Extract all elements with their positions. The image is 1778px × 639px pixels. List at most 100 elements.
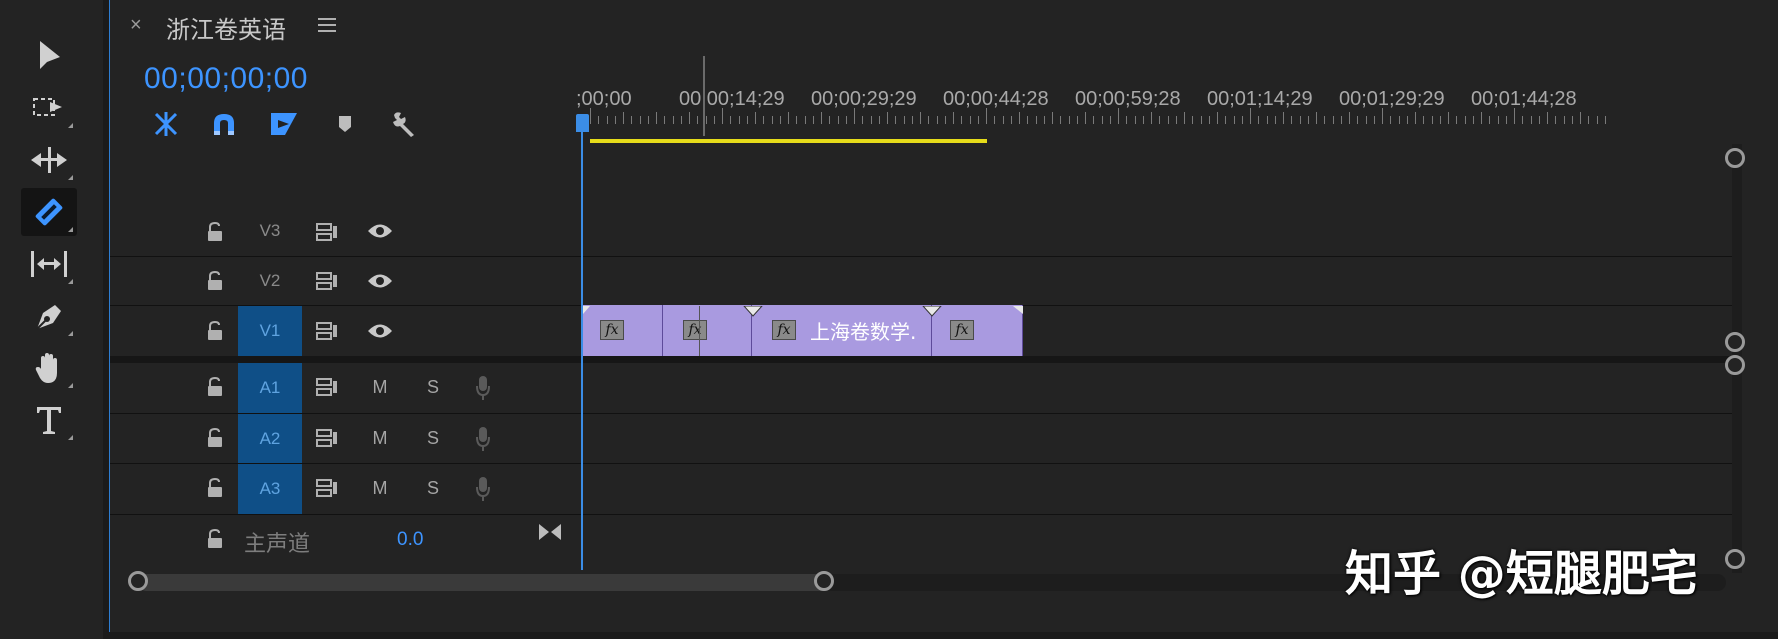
solo-button[interactable]: S	[413, 478, 453, 499]
track-header-a1: A1 M S	[110, 363, 584, 413]
hand-tool[interactable]	[21, 344, 77, 392]
lock-icon[interactable]	[206, 321, 224, 341]
timeline-settings-wrench-icon	[393, 112, 414, 137]
track-header-a2: A2 M S	[110, 414, 584, 463]
track-target-v1[interactable]: V1	[238, 306, 302, 356]
fx-badge: fx	[950, 320, 974, 340]
selection-tool[interactable]	[21, 32, 77, 80]
linked-selection-icon	[271, 113, 297, 135]
mixer-expand-icon[interactable]	[538, 522, 562, 542]
scroll-handle[interactable]	[1725, 332, 1745, 352]
solo-button[interactable]: S	[413, 428, 453, 449]
time-ruler[interactable]: ;00;00 00;00;14;29 00;00;29;29 00;00;44;…	[576, 52, 1732, 144]
slip-tool-icon	[31, 251, 67, 277]
timeline-settings-button[interactable]	[386, 108, 422, 140]
ruler-label: 00;00;29;29	[811, 88, 917, 110]
ruler-label: 00;01;29;29	[1339, 88, 1445, 110]
track-target-v3[interactable]: V3	[238, 207, 302, 255]
eye-icon[interactable]	[366, 322, 394, 340]
ruler-label: 00;00;14;29	[679, 88, 785, 110]
sync-lock-icon[interactable]	[315, 377, 339, 397]
scroll-handle[interactable]	[1725, 355, 1745, 375]
lock-icon[interactable]	[206, 478, 224, 498]
playhead-line[interactable]	[581, 120, 583, 570]
zoom-handle-left[interactable]	[128, 571, 148, 591]
zoom-scroll-thumb[interactable]	[138, 574, 828, 591]
sync-lock-icon[interactable]	[315, 321, 339, 341]
timeline-track-v2[interactable]	[691, 257, 1731, 305]
ripple-edit-tool-icon	[31, 147, 67, 173]
ruler-label: ;00;00	[576, 88, 632, 110]
ruler-label: 00;00;59;28	[1075, 88, 1181, 110]
fx-badge: fx	[600, 320, 624, 340]
work-area-bar[interactable]	[590, 139, 987, 143]
sync-lock-icon[interactable]	[315, 428, 339, 448]
mute-button[interactable]: M	[360, 377, 400, 398]
sync-lock-icon[interactable]	[315, 478, 339, 498]
lock-icon[interactable]	[206, 428, 224, 448]
ruler-label: 00;01;14;29	[1207, 88, 1313, 110]
track-header-v3: V3	[110, 206, 584, 256]
slip-tool[interactable]	[21, 240, 77, 288]
ruler-label: 00;00;44;28	[943, 88, 1049, 110]
lock-icon[interactable]	[206, 222, 224, 242]
pen-tool[interactable]	[21, 292, 77, 340]
ripple-edit-tool[interactable]	[21, 136, 77, 184]
timeline-track-a1[interactable]	[691, 363, 1731, 413]
hover-indicator-line	[703, 56, 705, 136]
mute-button[interactable]: M	[360, 478, 400, 499]
lock-icon[interactable]	[206, 271, 224, 291]
ruler-label: 00;01;44;28	[1471, 88, 1577, 110]
eye-icon[interactable]	[366, 222, 394, 240]
track-target-a3[interactable]: A3	[238, 464, 302, 514]
type-tool-icon	[37, 407, 61, 434]
close-tab-icon[interactable]: ×	[130, 14, 142, 37]
solo-button[interactable]: S	[413, 377, 453, 398]
master-volume-value[interactable]: 0.0	[397, 529, 423, 551]
sync-lock-icon[interactable]	[315, 271, 339, 291]
video-audio-divider[interactable]	[110, 356, 1732, 363]
type-tool[interactable]	[21, 396, 77, 444]
sequence-tab-title[interactable]: 浙江卷英语	[166, 10, 286, 45]
tools-panel	[0, 0, 103, 639]
fx-badge: fx	[772, 320, 796, 340]
microphone-icon[interactable]	[475, 375, 491, 401]
scroll-handle[interactable]	[1725, 549, 1745, 569]
nest-sequence-toggle[interactable]	[148, 108, 184, 140]
playhead-timecode[interactable]: 00;00;00;00	[144, 62, 308, 96]
track-header-v1: V1	[110, 306, 584, 356]
microphone-icon[interactable]	[475, 426, 491, 452]
master-track-label: 主声道	[244, 532, 311, 557]
razor-tool-icon	[35, 198, 63, 226]
timeline-track-a2[interactable]	[691, 414, 1731, 463]
panel-menu-icon[interactable]	[318, 17, 336, 33]
razor-tool[interactable]	[21, 188, 77, 236]
timeline-track-a3[interactable]	[691, 464, 1731, 514]
video-vertical-scrollbar[interactable]	[1725, 144, 1745, 356]
panel-tab-bar: × 浙江卷英语	[110, 0, 1778, 52]
linked-selection-toggle[interactable]	[266, 108, 302, 140]
track-select-tool[interactable]	[21, 84, 77, 132]
mute-button[interactable]: M	[360, 428, 400, 449]
track-select-tool-icon	[33, 98, 62, 116]
lock-icon[interactable]	[206, 377, 224, 397]
timeline-track-v3[interactable]	[691, 206, 1731, 256]
add-marker-icon	[339, 116, 351, 132]
eye-icon[interactable]	[366, 272, 394, 290]
track-target-v2[interactable]: V2	[238, 257, 302, 305]
zoom-handle-right[interactable]	[814, 571, 834, 591]
hover-indicator-line	[699, 306, 700, 356]
track-target-a1[interactable]: A1	[238, 363, 302, 413]
header-spacer	[110, 144, 1732, 206]
lock-icon[interactable]	[206, 529, 224, 549]
snap-toggle[interactable]	[206, 108, 242, 140]
track-header-master: 主声道 0.0	[110, 515, 584, 565]
scroll-handle[interactable]	[1725, 148, 1745, 168]
sync-lock-icon[interactable]	[315, 222, 339, 242]
track-target-a2[interactable]: A2	[238, 414, 302, 463]
fx-badge: fx	[683, 320, 707, 340]
hand-tool-icon	[35, 353, 57, 383]
microphone-icon[interactable]	[475, 476, 491, 502]
audio-vertical-scrollbar[interactable]	[1725, 355, 1745, 573]
add-marker-button[interactable]	[327, 108, 363, 140]
